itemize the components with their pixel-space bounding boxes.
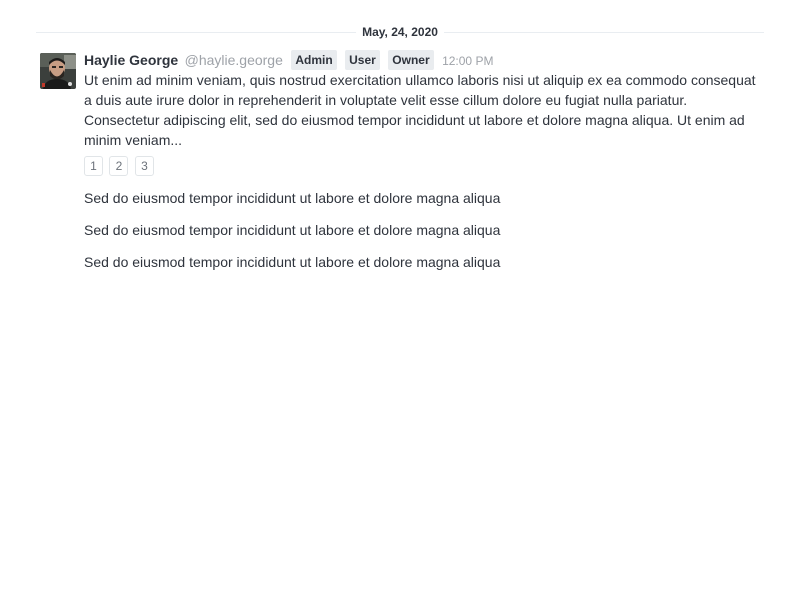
message-body: Ut enim ad minim veniam, quis nostrud ex… xyxy=(84,72,756,148)
message-content: Haylie George @haylie.george Admin User … xyxy=(84,50,760,176)
author-username[interactable]: @haylie.george xyxy=(185,52,283,68)
user-avatar-photo-icon xyxy=(40,53,76,89)
day-divider: May, 24, 2020 xyxy=(36,22,764,42)
sequential-message: Sed do eiusmod tempor incididunt ut labo… xyxy=(84,190,501,206)
page-chips: 1 2 3 xyxy=(84,156,760,176)
author-name[interactable]: Haylie George xyxy=(84,52,178,68)
sequential-message: Sed do eiusmod tempor incididunt ut labo… xyxy=(84,222,501,238)
role-badge-user: User xyxy=(345,50,380,70)
avatar[interactable] xyxy=(40,53,76,89)
sequential-message: Sed do eiusmod tempor incididunt ut labo… xyxy=(84,254,501,270)
message-header: Haylie George @haylie.george Admin User … xyxy=(84,50,760,70)
page-chip-1[interactable]: 1 xyxy=(84,156,103,176)
message-time[interactable]: 12:00 PM xyxy=(442,54,493,68)
divider-date: May, 24, 2020 xyxy=(356,24,444,40)
page-chip-3[interactable]: 3 xyxy=(134,156,154,176)
role-badge-admin: Admin xyxy=(291,50,337,70)
role-badge-owner: Owner xyxy=(388,50,434,70)
page-chip-2[interactable]: 2 xyxy=(109,156,129,176)
